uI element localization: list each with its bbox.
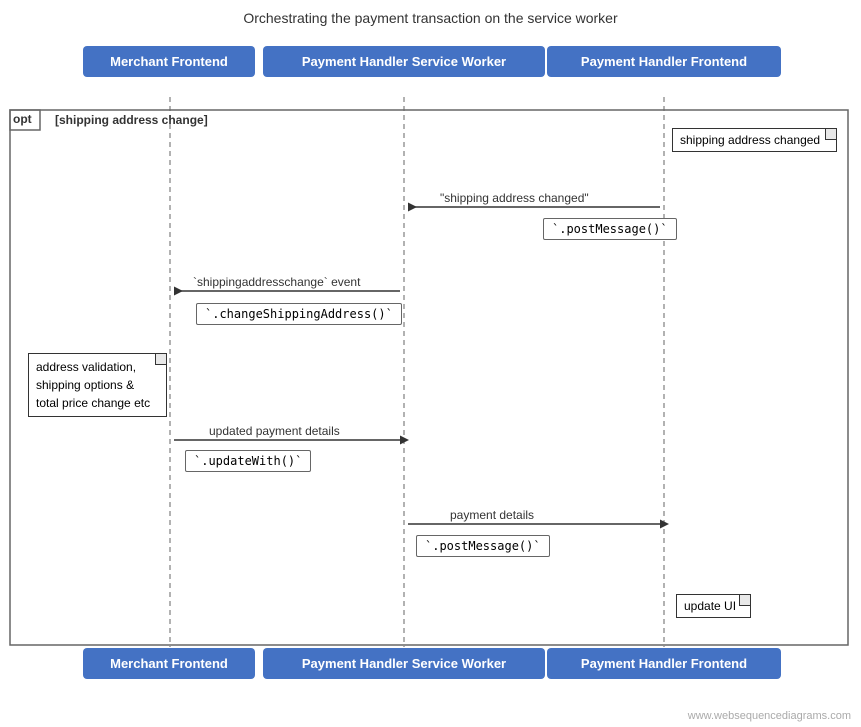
method-postmessage-1: `.postMessage()` — [543, 218, 677, 240]
diagram-container: Orchestrating the payment transaction on… — [0, 0, 861, 727]
actor-sw-bottom: Payment Handler Service Worker — [263, 648, 545, 679]
arrow-label-4: payment details — [450, 508, 534, 522]
diagram-title: Orchestrating the payment transaction on… — [0, 0, 861, 26]
arrow-label-2: `shippingaddresschange` event — [193, 275, 360, 289]
arrow-label-1: "shipping address changed" — [440, 191, 589, 205]
method-updatewith: `.updateWith()` — [185, 450, 311, 472]
actor-sw-top: Payment Handler Service Worker — [263, 46, 545, 77]
method-change-shipping: `.changeShippingAddress()` — [196, 303, 402, 325]
actor-phf-bottom: Payment Handler Frontend — [547, 648, 781, 679]
opt-label: opt — [13, 112, 32, 126]
actor-merchant-top: Merchant Frontend — [83, 46, 255, 77]
actor-phf-top: Payment Handler Frontend — [547, 46, 781, 77]
watermark: www.websequencediagrams.com — [688, 710, 851, 722]
opt-condition: [shipping address change] — [55, 113, 208, 127]
actor-merchant-bottom: Merchant Frontend — [83, 648, 255, 679]
method-postmessage-2: `.postMessage()` — [416, 535, 550, 557]
arrow-label-3: updated payment details — [209, 424, 340, 438]
note-address-validation: address validation,shipping options &tot… — [28, 353, 167, 417]
note-shipping-changed: shipping address changed — [672, 128, 837, 152]
note-update-ui: update UI — [676, 594, 751, 618]
